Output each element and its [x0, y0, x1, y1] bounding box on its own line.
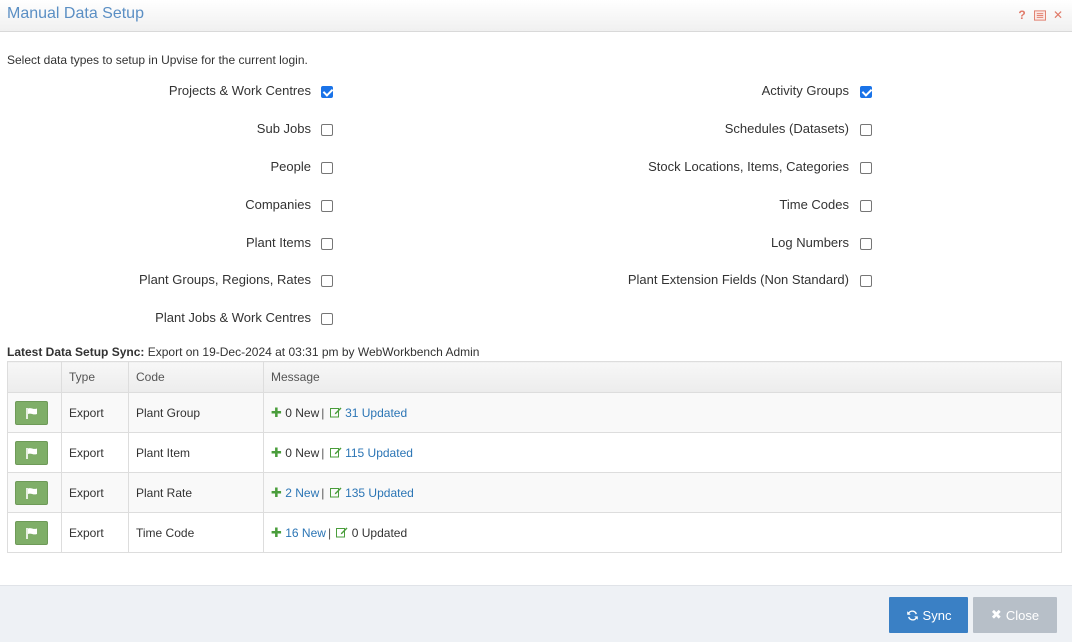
table-header-row: Type Code Message	[7, 361, 1062, 393]
checkbox-schedules-datasets[interactable]	[860, 124, 872, 136]
type-cell: Export	[61, 432, 129, 473]
option-label-time-codes: Time Codes	[779, 197, 849, 212]
edit-icon	[329, 446, 342, 460]
option-label-activity-groups: Activity Groups	[761, 83, 849, 98]
close-x-icon: ✖	[990, 607, 1002, 622]
flag-cell	[7, 512, 62, 553]
dialog-header: Manual Data Setup ? ✕	[0, 0, 1072, 32]
option-label-schedules-datasets: Schedules (Datasets)	[724, 121, 849, 136]
col-flag	[7, 361, 62, 393]
code-cell: Plant Group	[128, 392, 264, 433]
edit-icon	[329, 406, 342, 420]
close-icon[interactable]: ✕	[1052, 8, 1064, 22]
col-type: Type	[61, 361, 129, 393]
separator: |	[321, 405, 325, 420]
separator: |	[321, 445, 325, 460]
message-cell: ✚ 0 New | 31 Updated	[263, 392, 1062, 433]
code-cell: Plant Item	[128, 432, 264, 473]
option-label-log-numbers: Log Numbers	[770, 235, 849, 250]
checkbox-sub-jobs[interactable]	[321, 124, 333, 136]
sync-button[interactable]: Sync	[889, 597, 968, 633]
close-button[interactable]: ✖ Close	[973, 597, 1057, 633]
new-count: 0 New	[285, 445, 320, 460]
updated-count: 0 Updated	[351, 525, 408, 540]
checkbox-log-numbers[interactable]	[860, 238, 872, 250]
updated-count[interactable]: 115 Updated	[345, 446, 413, 460]
flag-cell	[7, 392, 62, 433]
option-label-stock-locations-items-categories: Stock Locations, Items, Categories	[648, 159, 849, 174]
plus-icon: ✚	[271, 524, 282, 540]
flag-button[interactable]	[15, 440, 48, 465]
header-tools: ? ✕	[1016, 8, 1064, 22]
sync-label: Sync	[922, 607, 952, 623]
option-label-plant-groups-regions-rates: Plant Groups, Regions, Rates	[139, 272, 311, 287]
plus-icon: ✚	[271, 484, 282, 500]
flag-button[interactable]	[15, 400, 48, 425]
checkbox-stock-locations-items-categories[interactable]	[860, 162, 872, 174]
flag-button[interactable]	[15, 520, 48, 545]
checkbox-plant-jobs-work-centres[interactable]	[321, 313, 333, 325]
latest-sync-text: Export on 19-Dec-2024 at 03:31 pm by Web…	[147, 345, 480, 359]
checkbox-plant-groups-regions-rates[interactable]	[321, 275, 333, 287]
option-label-sub-jobs: Sub Jobs	[256, 121, 311, 136]
col-code: Code	[128, 361, 264, 393]
latest-sync-label: Latest Data Setup Sync:	[7, 345, 145, 359]
flag-cell	[7, 432, 62, 473]
flag-cell	[7, 472, 62, 513]
checkbox-projects-work-centres[interactable]	[321, 86, 333, 98]
question-icon[interactable]: ?	[1016, 8, 1028, 22]
plus-icon: ✚	[271, 444, 282, 460]
flag-icon	[25, 527, 39, 539]
latest-sync: Latest Data Setup Sync: Export on 19-Dec…	[7, 345, 479, 359]
table-row: Export Plant Group ✚ 0 New | 31 Updated	[7, 392, 1062, 433]
sync-icon	[906, 609, 918, 621]
checkbox-plant-items[interactable]	[321, 238, 333, 250]
checkbox-people[interactable]	[321, 162, 333, 174]
separator: |	[321, 485, 325, 500]
edit-icon	[336, 526, 348, 540]
table-row: Export Plant Rate ✚ 2 New | 135 Updated	[7, 472, 1062, 513]
option-label-plant-jobs-work-centres: Plant Jobs & Work Centres	[155, 310, 311, 325]
checkbox-activity-groups[interactable]	[860, 86, 872, 98]
table-body: Export Plant Group ✚ 0 New | 31 Updated Expo…	[7, 392, 1062, 553]
option-label-people: People	[270, 159, 311, 174]
updated-count[interactable]: 31 Updated	[345, 406, 407, 420]
edit-icon	[329, 486, 342, 500]
list-icon[interactable]	[1034, 8, 1046, 22]
option-label-projects-work-centres: Projects & Work Centres	[168, 83, 311, 98]
message-cell: ✚ 0 New | 115 Updated	[263, 432, 1062, 473]
intro-text: Select data types to setup in Upvise for…	[7, 53, 308, 67]
type-cell: Export	[61, 472, 129, 513]
flag-icon	[25, 447, 39, 459]
plus-icon: ✚	[271, 404, 282, 420]
flag-icon	[25, 487, 39, 499]
option-label-plant-extension-fields-non-standard: Plant Extension Fields (Non Standard)	[627, 272, 849, 287]
updated-count[interactable]: 135 Updated	[345, 486, 414, 500]
code-cell: Time Code	[128, 512, 264, 553]
checkbox-time-codes[interactable]	[860, 200, 872, 212]
checkbox-companies[interactable]	[321, 200, 333, 212]
col-message: Message	[263, 361, 1062, 393]
type-cell: Export	[61, 512, 129, 553]
flag-button[interactable]	[15, 480, 48, 505]
table-row: Export Plant Item ✚ 0 New | 115 Updated	[7, 432, 1062, 473]
checkbox-plant-extension-fields-non-standard[interactable]	[860, 275, 872, 287]
close-label: Close	[1005, 607, 1040, 623]
message-cell: ✚ 2 New | 135 Updated	[263, 472, 1062, 513]
dialog-footer: Sync ✖ Close	[0, 585, 1072, 642]
type-cell: Export	[61, 392, 129, 433]
option-label-companies: Companies	[245, 197, 311, 212]
sync-table: Type Code Message Export Plant Group ✚ 0 N…	[7, 361, 1062, 553]
option-label-plant-items: Plant Items	[245, 235, 311, 250]
table-row: Export Time Code ✚ 16 New | 0 Updated	[7, 512, 1062, 553]
new-count[interactable]: 2 New	[285, 486, 319, 500]
code-cell: Plant Rate	[128, 472, 264, 513]
message-cell: ✚ 16 New | 0 Updated	[263, 512, 1062, 553]
separator: |	[327, 525, 332, 540]
new-count: 0 New	[285, 405, 320, 420]
dialog-title: Manual Data Setup	[7, 5, 144, 22]
flag-icon	[25, 407, 39, 419]
new-count[interactable]: 16 New	[285, 526, 326, 540]
